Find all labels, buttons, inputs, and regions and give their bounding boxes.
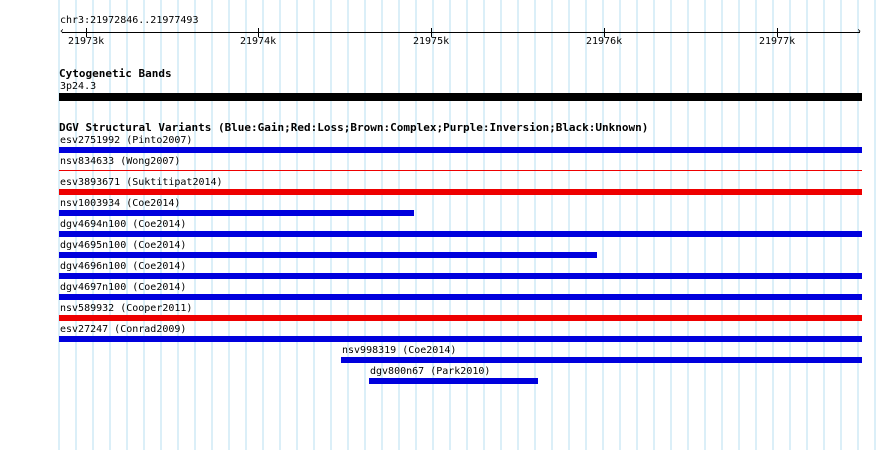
variant-bar[interactable] xyxy=(59,273,862,279)
variant-label: nsv998319 (Coe2014) xyxy=(342,345,457,356)
cytoband-track-title: Cytogenetic Bands xyxy=(59,67,172,80)
variant-label: esv2751992 (Pinto2007) xyxy=(60,135,193,146)
variant-label: dgv4697n100 (Coe2014) xyxy=(60,282,187,293)
variant-bar[interactable] xyxy=(59,294,862,300)
ruler-line xyxy=(62,32,860,33)
cytoband-bar[interactable] xyxy=(59,93,862,101)
variant-label: esv3893671 (Suktitipat2014) xyxy=(60,177,223,188)
ruler-tick-label: 21975k xyxy=(413,36,450,47)
dgv-track-title: DGV Structural Variants (Blue:Gain;Red:L… xyxy=(59,121,649,134)
ruler-tick-label: 21974k xyxy=(240,36,277,47)
variant-bar[interactable] xyxy=(59,336,862,342)
ruler-tick-label: 21977k xyxy=(759,36,796,47)
browser-view: chr3:21972846..21977493 ‹ › 21973k21974k… xyxy=(0,0,890,450)
variant-label: dgv800n67 (Park2010) xyxy=(370,366,491,377)
variant-bar[interactable] xyxy=(59,210,414,216)
variant-label: nsv1003934 (Coe2014) xyxy=(60,198,181,209)
variant-bar[interactable] xyxy=(369,378,538,384)
variant-label: dgv4695n100 (Coe2014) xyxy=(60,240,187,251)
variant-label: dgv4696n100 (Coe2014) xyxy=(60,261,187,272)
cytoband-label: 3p24.3 xyxy=(60,81,97,92)
variant-bar[interactable] xyxy=(341,357,862,363)
variant-bar[interactable] xyxy=(59,147,862,153)
variant-label: esv27247 (Conrad2009) xyxy=(60,324,187,335)
ruler-tick-label: 21976k xyxy=(586,36,623,47)
arrow-right-icon[interactable]: › xyxy=(856,27,862,37)
variant-bar[interactable] xyxy=(59,315,862,321)
ruler-tick-label: 21973k xyxy=(68,36,105,47)
variant-bar[interactable] xyxy=(59,231,862,237)
variant-bar[interactable] xyxy=(59,189,862,195)
variant-label: nsv589932 (Cooper2011) xyxy=(60,303,193,314)
variant-label: dgv4694n100 (Coe2014) xyxy=(60,219,187,230)
variant-bar[interactable] xyxy=(59,252,597,258)
variant-bar[interactable] xyxy=(59,170,862,171)
variant-label: nsv834633 (Wong2007) xyxy=(60,156,181,167)
location-label: chr3:21972846..21977493 xyxy=(60,15,199,26)
